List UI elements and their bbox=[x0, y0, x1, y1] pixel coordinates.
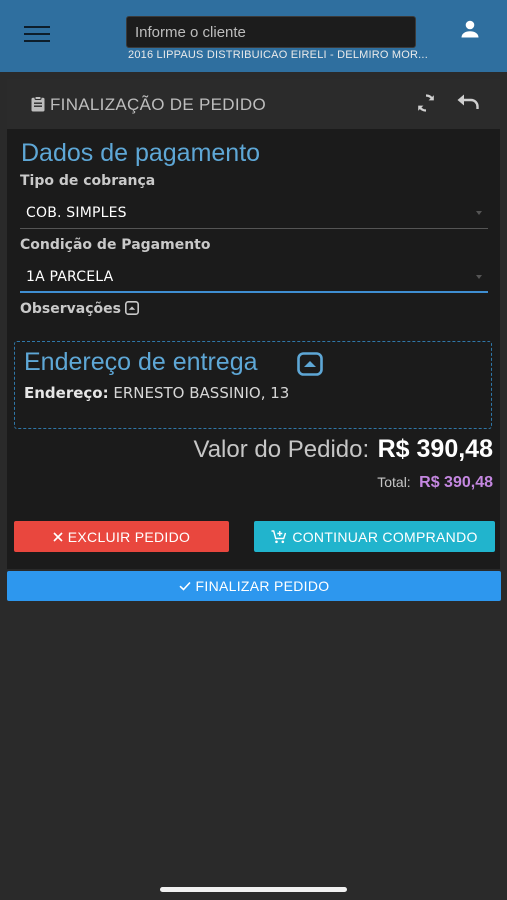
selected-client-name: 2016 LIPPAUS DISTRIBUICAO EIRELI - DELMI… bbox=[128, 49, 428, 61]
observations-expand-icon[interactable] bbox=[125, 301, 139, 315]
finish-order-label: FINALIZAR PEDIDO bbox=[195, 578, 330, 594]
card-header: FINALIZAÇÃO DE PEDIDO bbox=[7, 79, 500, 129]
address-label: Endereço: bbox=[24, 384, 109, 402]
billing-type-label: Tipo de cobrança bbox=[20, 173, 156, 189]
address-line: Endereço: ERNESTO BASSINIO, 13 bbox=[24, 384, 289, 402]
billing-type-value: COB. SIMPLES bbox=[26, 205, 127, 221]
finish-order-button[interactable]: FINALIZAR PEDIDO bbox=[7, 571, 501, 601]
top-app-bar: 2016 LIPPAUS DISTRIBUICAO EIRELI - DELMI… bbox=[0, 0, 507, 72]
order-value-row: Valor do Pedido: R$ 390,48 bbox=[193, 435, 493, 464]
total-label: Total: bbox=[377, 474, 411, 490]
undo-icon[interactable] bbox=[456, 92, 480, 114]
delivery-address-box: Endereço de entrega Endereço: ERNESTO BA… bbox=[14, 341, 492, 429]
delete-order-button[interactable]: EXCLUIR PEDIDO bbox=[14, 521, 229, 552]
home-indicator bbox=[160, 887, 347, 892]
close-icon bbox=[53, 531, 63, 542]
page-title: FINALIZAÇÃO DE PEDIDO bbox=[50, 95, 267, 114]
chevron-up-box-icon[interactable] bbox=[297, 352, 323, 376]
chevron-down-icon bbox=[476, 211, 482, 215]
menu-icon[interactable] bbox=[24, 26, 50, 44]
cart-plus-icon bbox=[271, 529, 287, 543]
delete-order-label: EXCLUIR PEDIDO bbox=[67, 528, 191, 545]
order-value: R$ 390,48 bbox=[377, 435, 493, 463]
total-row: Total: R$ 390,48 bbox=[377, 474, 493, 492]
observations-label: Observações bbox=[20, 301, 121, 317]
check-icon bbox=[178, 581, 191, 591]
total-value: R$ 390,48 bbox=[419, 474, 493, 491]
address-value: ERNESTO BASSINIO, 13 bbox=[113, 384, 290, 402]
clipboard-icon bbox=[31, 96, 45, 112]
user-icon[interactable] bbox=[458, 17, 482, 41]
continue-shopping-label: CONTINUAR COMPRANDO bbox=[292, 528, 478, 545]
payment-condition-value: 1A PARCELA bbox=[26, 269, 114, 285]
continue-shopping-button[interactable]: CONTINUAR COMPRANDO bbox=[254, 521, 495, 552]
payment-condition-label: Condição de Pagamento bbox=[20, 237, 211, 253]
payment-section-title: Dados de pagamento bbox=[21, 139, 261, 167]
refresh-icon[interactable] bbox=[415, 92, 437, 114]
billing-type-select[interactable]: COB. SIMPLES bbox=[20, 199, 488, 229]
order-value-label: Valor do Pedido: bbox=[193, 436, 370, 463]
payment-condition-select[interactable]: 1A PARCELA bbox=[20, 263, 488, 293]
order-finalization-card: FINALIZAÇÃO DE PEDIDO Dados de pagamento… bbox=[7, 79, 500, 569]
address-section-title: Endereço de entrega bbox=[24, 348, 258, 376]
client-search-input[interactable] bbox=[126, 16, 416, 48]
chevron-down-icon bbox=[476, 275, 482, 279]
